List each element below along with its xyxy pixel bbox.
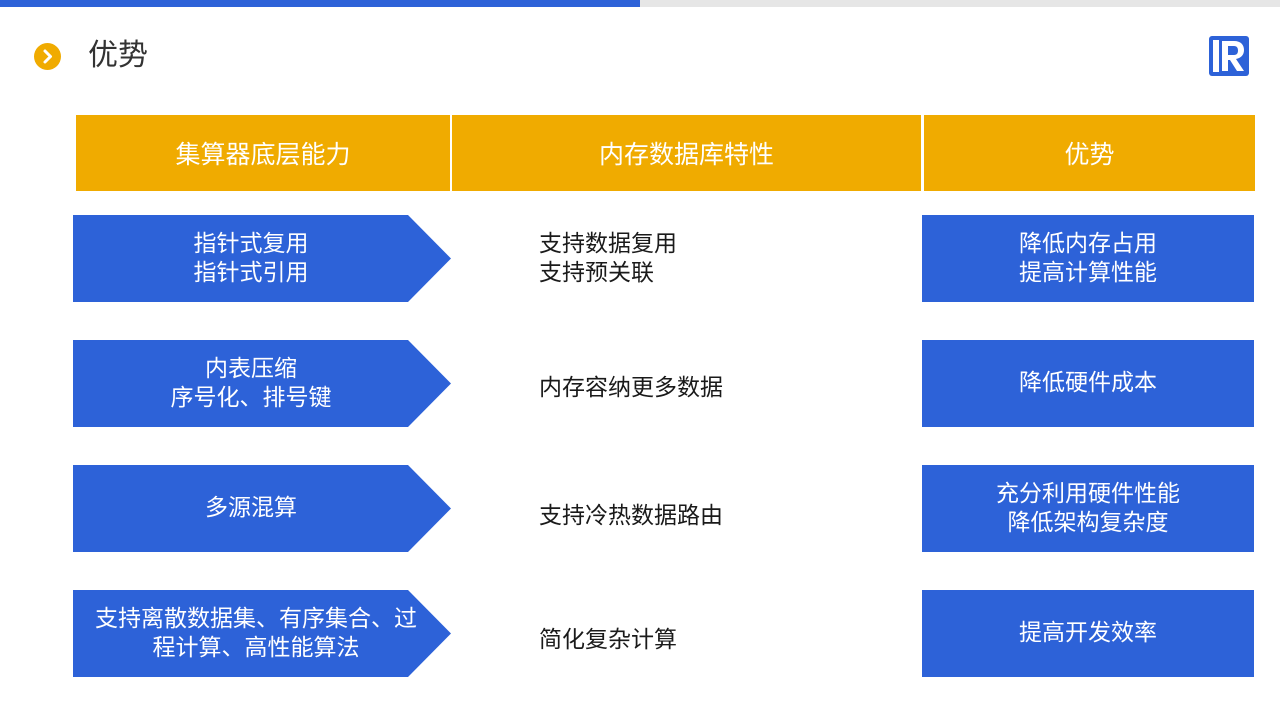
advantage-line: 降低内存占用: [1019, 230, 1157, 257]
top-progress-track: [640, 0, 1280, 7]
feature-cell-2: 内存容纳更多数据: [539, 340, 869, 437]
capability-arrow-3: 多源混算: [73, 465, 451, 552]
feature-cell-3: 支持冷热数据路由: [539, 465, 869, 568]
advantage-box-3: 充分利用硬件性能 降低架构复杂度: [922, 465, 1254, 552]
feature-line: 支持预关联: [539, 259, 654, 286]
advantage-line: 降低硬件成本: [1019, 370, 1157, 396]
advantage-box-4: 提高开发效率: [922, 590, 1254, 677]
capability-line: 序号化、排号键: [170, 384, 332, 411]
capability-line: 多源混算: [205, 495, 297, 521]
capability-line: 支持离散数据集、有序集合、过: [95, 605, 417, 632]
capability-arrow-1: 指针式复用 指针式引用: [73, 215, 451, 302]
header-capability: 集算器底层能力: [76, 115, 450, 191]
advantage-line: 充分利用硬件性能: [996, 480, 1180, 507]
feature-line: 内存容纳更多数据: [539, 375, 723, 401]
capability-line: 指针式引用: [193, 259, 309, 286]
capability-line: 内表压缩: [205, 355, 297, 382]
capability-arrow-4: 支持离散数据集、有序集合、过 程计算、高性能算法: [73, 590, 451, 677]
advantage-line: 降低架构复杂度: [1007, 509, 1169, 536]
feature-line: 简化复杂计算: [539, 626, 677, 653]
header-advantage: 优势: [924, 115, 1255, 191]
top-progress-bar: [0, 0, 640, 7]
feature-line: 支持数据复用: [539, 230, 677, 257]
r-logo-icon: [1208, 35, 1250, 77]
header-feature: 内存数据库特性: [452, 115, 921, 191]
advantage-box-2: 降低硬件成本: [922, 340, 1254, 427]
feature-cell-4: 简化复杂计算: [539, 590, 869, 690]
advantage-line: 提高计算性能: [1019, 259, 1157, 286]
page-title: 优势: [88, 38, 148, 73]
advantage-line: 提高开发效率: [1019, 620, 1157, 646]
chevron-right-circle-icon: [34, 43, 61, 70]
advantage-box-1: 降低内存占用 提高计算性能: [922, 215, 1254, 302]
capability-arrow-2: 内表压缩 序号化、排号键: [73, 340, 451, 427]
feature-cell-1: 支持数据复用 支持预关联: [539, 215, 869, 302]
feature-line: 支持冷热数据路由: [539, 503, 723, 529]
capability-line: 程计算、高性能算法: [152, 634, 360, 661]
capability-line: 指针式复用: [193, 230, 309, 257]
